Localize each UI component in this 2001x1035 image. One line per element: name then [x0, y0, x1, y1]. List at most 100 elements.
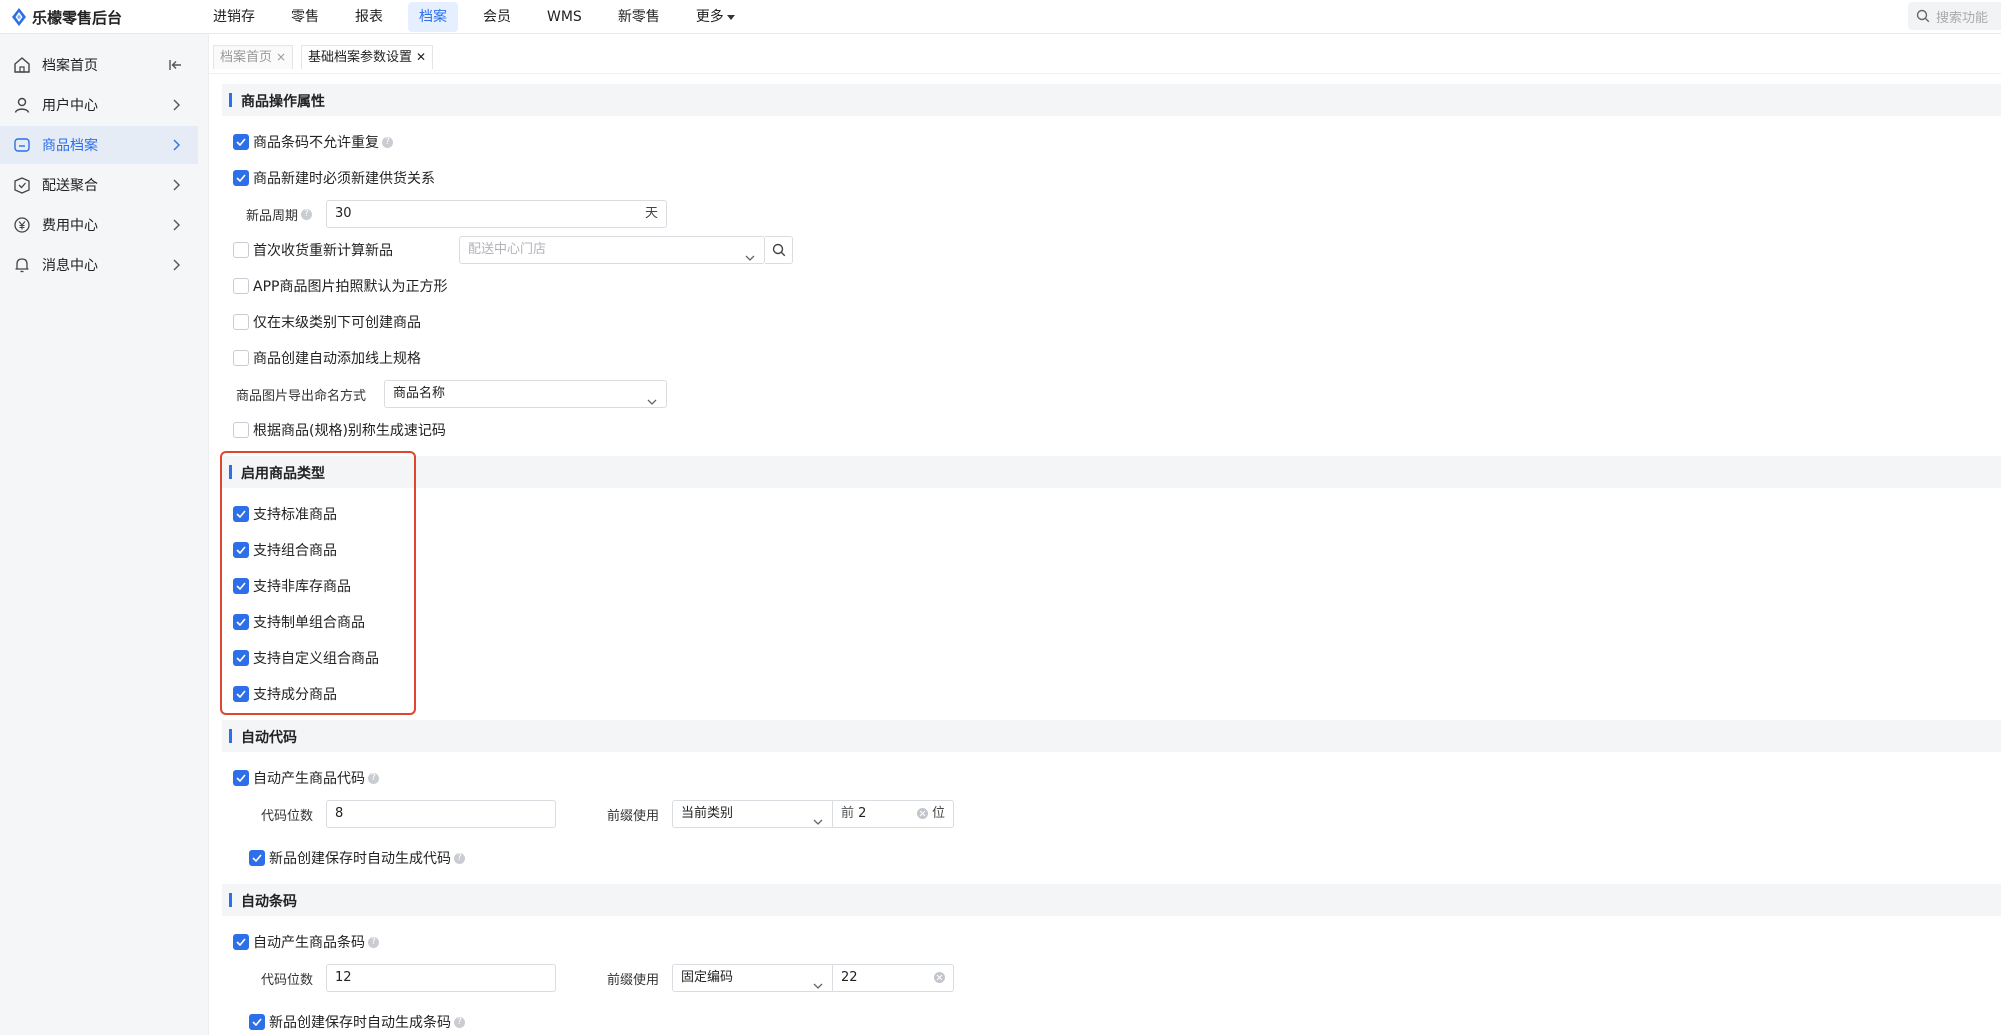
code-prefix-select[interactable]: 当前类别 — [672, 800, 833, 828]
close-icon[interactable]: × — [276, 50, 286, 64]
auto-spec-option[interactable]: 商品创建自动添加线上规格 — [233, 346, 421, 370]
help-icon[interactable]: ? — [454, 852, 465, 864]
nav-item-more[interactable]: 更多 — [685, 2, 746, 32]
checkbox-label: 支持自定义组合商品 — [253, 651, 379, 667]
goods-type-ingredient-option[interactable]: 支持成分商品 — [233, 682, 337, 706]
goods-type-order-combo-checkbox[interactable] — [233, 614, 249, 630]
bell-icon — [12, 255, 32, 275]
check-icon — [252, 854, 262, 862]
new-cycle-label-row: 新品周期 ? — [246, 202, 313, 226]
barcode-on-save-option[interactable]: 新品创建保存时自动生成条码 ? — [249, 1010, 465, 1034]
chevron-down-icon — [813, 810, 823, 836]
help-icon[interactable]: ? — [368, 772, 379, 784]
barcode-prefix-select[interactable]: 固定编码 — [672, 964, 833, 992]
checkbox-label: 支持标准商品 — [253, 507, 337, 523]
help-icon[interactable]: ? — [301, 208, 313, 220]
sidebar-item-messages[interactable]: 消息中心 — [0, 246, 198, 284]
goods-type-custom-combo-option[interactable]: 支持自定义组合商品 — [233, 646, 379, 670]
check-icon — [236, 690, 246, 698]
chevron-right-icon — [168, 177, 184, 197]
leaf-only-checkbox[interactable] — [233, 314, 249, 330]
barcode-digits-input[interactable]: 12 — [326, 964, 556, 992]
section-accent-bar — [229, 729, 232, 743]
checkbox-label: 首次收货重新计算新品 — [253, 243, 393, 259]
goods-type-non-stock-checkbox[interactable] — [233, 578, 249, 594]
first-receive-option[interactable]: 首次收货重新计算新品 — [233, 238, 393, 262]
new-cycle-label: 新品周期 — [246, 208, 299, 224]
auto-barcode-gen-option[interactable]: 自动产生商品条码 ? — [233, 930, 379, 954]
help-icon[interactable]: ? — [382, 136, 393, 148]
app-logo[interactable]: 乐檬零售后台 — [12, 6, 122, 28]
section-auto-code-header: 自动代码 — [222, 720, 2001, 752]
mnemonic-checkbox[interactable] — [233, 422, 249, 438]
function-search[interactable]: 搜索功能 — [1908, 2, 2001, 30]
must-supply-option[interactable]: 商品新建时必须新建供货关系 — [233, 166, 435, 190]
must-supply-checkbox[interactable] — [233, 170, 249, 186]
goods-type-standard-option[interactable]: 支持标准商品 — [233, 502, 337, 526]
search-icon — [772, 243, 785, 257]
leaf-only-option[interactable]: 仅在末级类别下可创建商品 — [233, 310, 421, 334]
nav-item-inventory[interactable]: 进销存 — [202, 2, 266, 32]
image-naming-select[interactable]: 商品名称 — [384, 380, 667, 408]
collapse-sidebar-icon[interactable] — [168, 57, 184, 77]
checkbox-label: 新品创建保存时自动生成代码 — [269, 851, 451, 867]
sidebar-item-expense[interactable]: 费用中心 — [0, 206, 198, 244]
barcode-no-dup-checkbox[interactable] — [233, 134, 249, 150]
code-digits-input[interactable]: 8 — [326, 800, 556, 828]
check-icon — [236, 774, 246, 782]
barcode-fixed-code-input[interactable]: 22 — [832, 964, 954, 992]
goods-type-ingredient-checkbox[interactable] — [233, 686, 249, 702]
sidebar: 档案首页 用户中心 商品档案 配送聚合 费用中心 消息中心 — [0, 34, 209, 1035]
tab-archive-home[interactable]: 档案首页 × — [213, 45, 294, 69]
new-cycle-input[interactable]: 30 天 — [326, 200, 667, 228]
goods-type-custom-combo-checkbox[interactable] — [233, 650, 249, 666]
checkbox-label: 商品新建时必须新建供货关系 — [253, 171, 435, 187]
goods-type-combo-option[interactable]: 支持组合商品 — [233, 538, 337, 562]
app-square-option[interactable]: APP商品图片拍照默认为正方形 — [233, 274, 447, 298]
distribution-store-select[interactable]: 配送中心门店 — [459, 236, 765, 264]
app-square-checkbox[interactable] — [233, 278, 249, 294]
help-icon[interactable]: ? — [454, 1016, 465, 1028]
sidebar-item-goods-archive[interactable]: 商品档案 — [0, 126, 198, 164]
checkbox-label: 仅在末级类别下可创建商品 — [253, 315, 421, 331]
first-receive-checkbox[interactable] — [233, 242, 249, 258]
barcode-prefix-label: 前缀使用 — [607, 972, 660, 988]
barcode-on-save-checkbox[interactable] — [249, 1014, 265, 1030]
mnemonic-option[interactable]: 根据商品(规格)别称生成速记码 — [233, 418, 446, 442]
barcode-digits-value: 12 — [335, 970, 352, 985]
sidebar-item-delivery[interactable]: 配送聚合 — [0, 166, 198, 204]
close-icon[interactable]: ✕ — [416, 50, 426, 64]
auto-code-gen-checkbox[interactable] — [233, 770, 249, 786]
clear-icon[interactable] — [917, 808, 928, 819]
barcode-no-dup-option[interactable]: 商品条码不允许重复 ? — [233, 130, 393, 154]
sidebar-item-user-center[interactable]: 用户中心 — [0, 86, 198, 124]
tab-basic-params[interactable]: 基础档案参数设置 ✕ — [301, 45, 434, 69]
help-icon[interactable]: ? — [368, 936, 379, 948]
sidebar-item-archive-home[interactable]: 档案首页 — [0, 46, 198, 84]
code-on-save-option[interactable]: 新品创建保存时自动生成代码 ? — [249, 846, 465, 870]
distribution-store-search-button[interactable] — [765, 236, 793, 264]
auto-spec-checkbox[interactable] — [233, 350, 249, 366]
section-title: 启用商品类型 — [241, 466, 325, 482]
goods-type-combo-checkbox[interactable] — [233, 542, 249, 558]
goods-type-non-stock-option[interactable]: 支持非库存商品 — [233, 574, 351, 598]
auto-code-gen-option[interactable]: 自动产生商品代码 ? — [233, 766, 379, 790]
clear-icon[interactable] — [934, 972, 945, 983]
section-title: 自动条码 — [241, 894, 297, 910]
nav-item-new-retail[interactable]: 新零售 — [607, 2, 671, 32]
code-digits-label: 代码位数 — [261, 808, 314, 824]
goods-type-standard-checkbox[interactable] — [233, 506, 249, 522]
nav-item-member[interactable]: 会员 — [472, 2, 522, 32]
nav-item-archive[interactable]: 档案 — [408, 2, 458, 32]
nav-item-wms[interactable]: WMS — [536, 2, 593, 32]
nav-item-retail[interactable]: 零售 — [280, 2, 330, 32]
sidebar-item-label: 消息中心 — [42, 258, 98, 274]
tab-label: 基础档案参数设置 — [308, 50, 413, 65]
goods-type-order-combo-option[interactable]: 支持制单组合商品 — [233, 610, 365, 634]
code-on-save-checkbox[interactable] — [249, 850, 265, 866]
nav-item-reports[interactable]: 报表 — [344, 2, 394, 32]
logo-icon — [12, 8, 26, 26]
chevron-down-icon — [813, 974, 823, 1000]
auto-barcode-gen-checkbox[interactable] — [233, 934, 249, 950]
code-prefix-length-input[interactable]: 前 2 位 — [832, 800, 954, 828]
